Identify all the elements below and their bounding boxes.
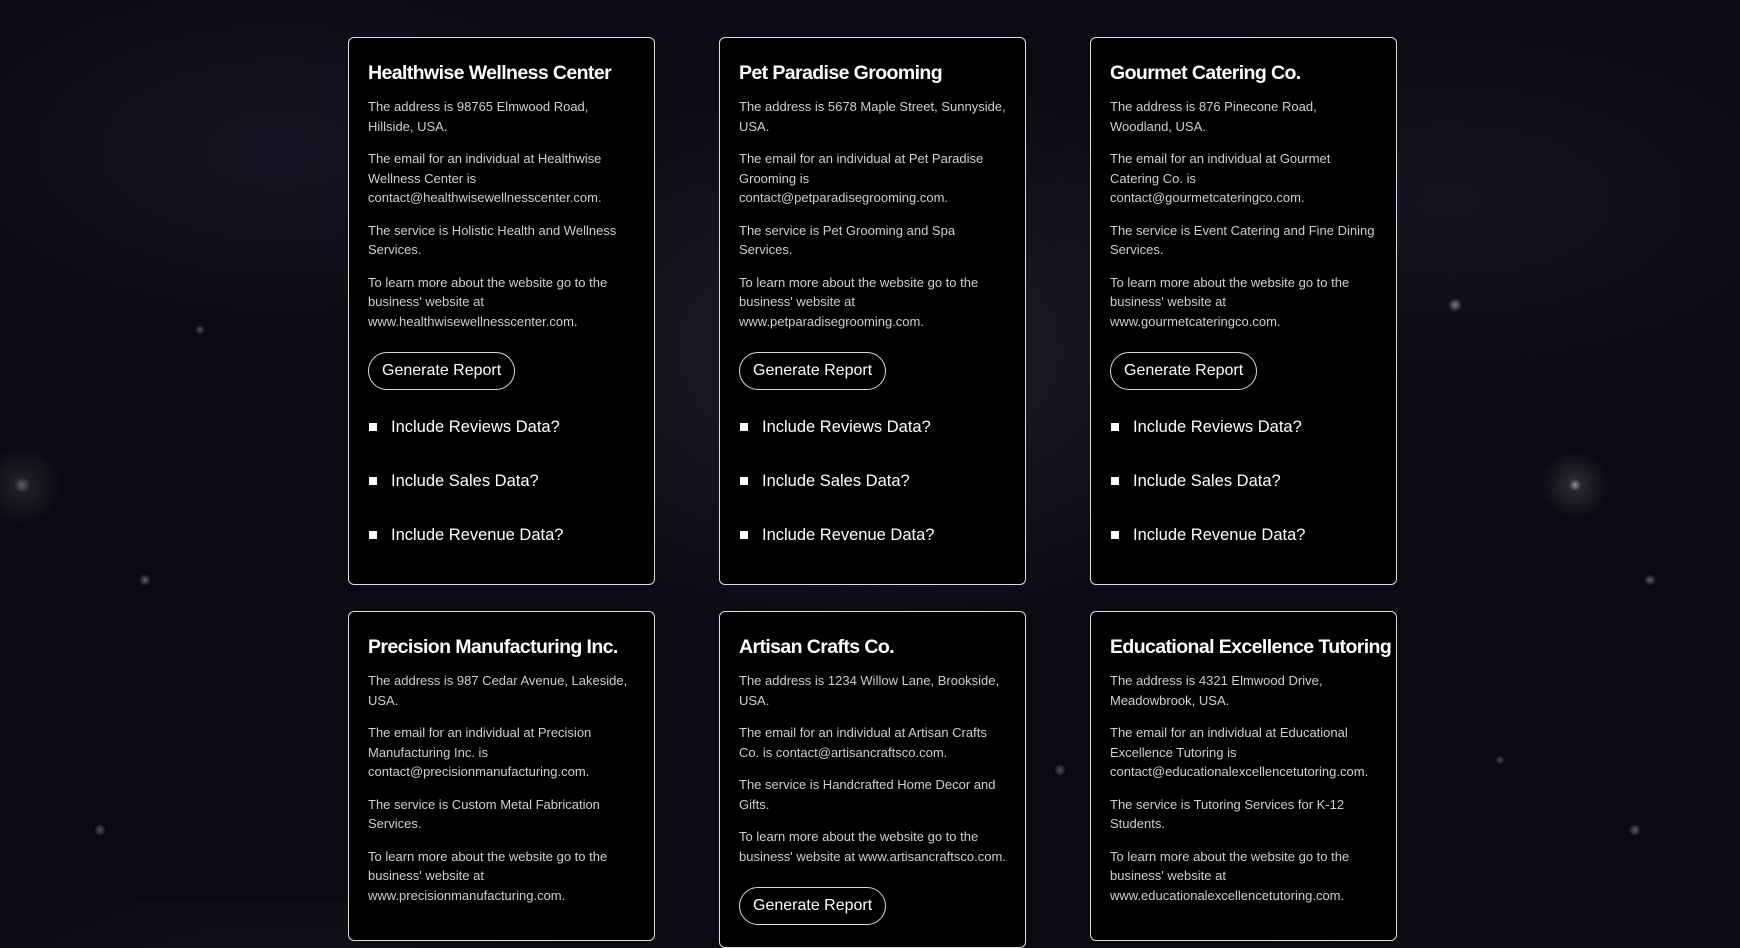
business-email: The email for an individual at Gourmet C… <box>1110 151 1331 205</box>
generate-report-button[interactable]: Generate Report <box>739 887 887 925</box>
revenue-checkbox[interactable] <box>369 531 377 539</box>
business-service: The service is Handcrafted Home Decor an… <box>739 777 996 812</box>
include-sales-option[interactable]: Include Sales Data? <box>1110 454 1378 508</box>
business-service: The service is Event Catering and Fine D… <box>1110 222 1375 258</box>
business-service: The service is Custom Metal Fabrication … <box>368 796 600 832</box>
revenue-checkbox[interactable] <box>740 531 748 539</box>
business-website: To learn more about the website go to th… <box>368 848 608 903</box>
business-email: The email for an individual at Artisan C… <box>739 725 987 760</box>
include-revenue-option[interactable]: Include Revenue Data? <box>1110 508 1378 562</box>
include-reviews-option[interactable]: Include Reviews Data? <box>368 400 636 454</box>
report-options: Include Reviews Data? Include Sales Data… <box>1110 400 1378 562</box>
sales-checkbox-label: Include Sales Data? <box>762 471 910 490</box>
generate-report-button[interactable]: Generate Report <box>368 352 516 390</box>
generate-report-button[interactable]: Generate Report <box>1110 352 1258 390</box>
revenue-checkbox-label: Include Revenue Data? <box>1133 525 1306 544</box>
business-address: The address is 98765 Elmwood Road, Hills… <box>368 99 589 134</box>
report-options: Include Reviews Data? Include Sales Data… <box>739 400 1007 562</box>
business-card: Pet Paradise Grooming The address is 567… <box>719 37 1026 585</box>
business-address: The address is 876 Pinecone Road, Woodla… <box>1110 99 1317 134</box>
business-address: The address is 5678 Maple Street, Sunnys… <box>739 99 1006 134</box>
revenue-checkbox-label: Include Revenue Data? <box>391 525 564 544</box>
business-service: The service is Holistic Health and Welln… <box>368 222 617 258</box>
business-card: Artisan Crafts Co. The address is 1234 W… <box>719 611 1026 948</box>
include-sales-option[interactable]: Include Sales Data? <box>739 454 1007 508</box>
business-name: Educational Excellence Tutoring <box>1110 636 1392 658</box>
business-name: Artisan Crafts Co. <box>739 636 895 658</box>
include-revenue-option[interactable]: Include Revenue Data? <box>368 508 636 562</box>
business-name: Healthwise Wellness Center <box>368 62 612 84</box>
business-service: The service is Pet Grooming and Spa Serv… <box>739 222 956 258</box>
report-options: Include Reviews Data? Include Sales Data… <box>368 400 636 562</box>
business-website: To learn more about the website go to th… <box>368 274 608 329</box>
business-email: The email for an individual at Education… <box>1110 725 1369 779</box>
sales-checkbox-label: Include Sales Data? <box>1133 471 1281 490</box>
include-revenue-option[interactable]: Include Revenue Data? <box>739 508 1007 562</box>
business-card: Healthwise Wellness Center The address i… <box>348 37 655 585</box>
business-name: Pet Paradise Grooming <box>739 62 943 84</box>
business-website: To learn more about the website go to th… <box>1110 274 1350 329</box>
business-email: The email for an individual at Precision… <box>368 725 592 779</box>
reviews-checkbox[interactable] <box>1111 423 1119 431</box>
generate-report-button[interactable]: Generate Report <box>739 352 887 390</box>
include-reviews-option[interactable]: Include Reviews Data? <box>739 400 1007 454</box>
sales-checkbox-label: Include Sales Data? <box>391 471 539 490</box>
business-card: Precision Manufacturing Inc. The address… <box>348 611 655 941</box>
business-service: The service is Tutoring Services for K-1… <box>1110 796 1345 832</box>
revenue-checkbox-label: Include Revenue Data? <box>762 525 935 544</box>
include-sales-option[interactable]: Include Sales Data? <box>368 454 636 508</box>
business-card: Educational Excellence Tutoring The addr… <box>1090 611 1397 941</box>
reviews-checkbox-label: Include Reviews Data? <box>1133 417 1302 436</box>
reviews-checkbox[interactable] <box>369 423 377 431</box>
business-website: To learn more about the website go to th… <box>739 274 979 329</box>
business-email: The email for an individual at Healthwis… <box>368 151 602 205</box>
business-name: Gourmet Catering Co. <box>1110 62 1301 84</box>
business-card: Gourmet Catering Co. The address is 876 … <box>1090 37 1397 585</box>
business-address: The address is 987 Cedar Avenue, Lakesid… <box>368 673 628 708</box>
sales-checkbox[interactable] <box>1111 477 1119 485</box>
reviews-checkbox[interactable] <box>740 423 748 431</box>
business-card-grid: Healthwise Wellness Center The address i… <box>348 37 1397 948</box>
sales-checkbox[interactable] <box>740 477 748 485</box>
business-website: To learn more about the website go to th… <box>1110 848 1350 903</box>
revenue-checkbox[interactable] <box>1111 531 1119 539</box>
include-reviews-option[interactable]: Include Reviews Data? <box>1110 400 1378 454</box>
business-name: Precision Manufacturing Inc. <box>368 636 618 658</box>
sales-checkbox[interactable] <box>369 477 377 485</box>
business-address: The address is 4321 Elmwood Drive, Meado… <box>1110 673 1323 708</box>
business-address: The address is 1234 Willow Lane, Brooksi… <box>739 673 1000 708</box>
business-website: To learn more about the website go to th… <box>739 829 1006 864</box>
business-email: The email for an individual at Pet Parad… <box>739 151 984 205</box>
reviews-checkbox-label: Include Reviews Data? <box>391 417 560 436</box>
reviews-checkbox-label: Include Reviews Data? <box>762 417 931 436</box>
